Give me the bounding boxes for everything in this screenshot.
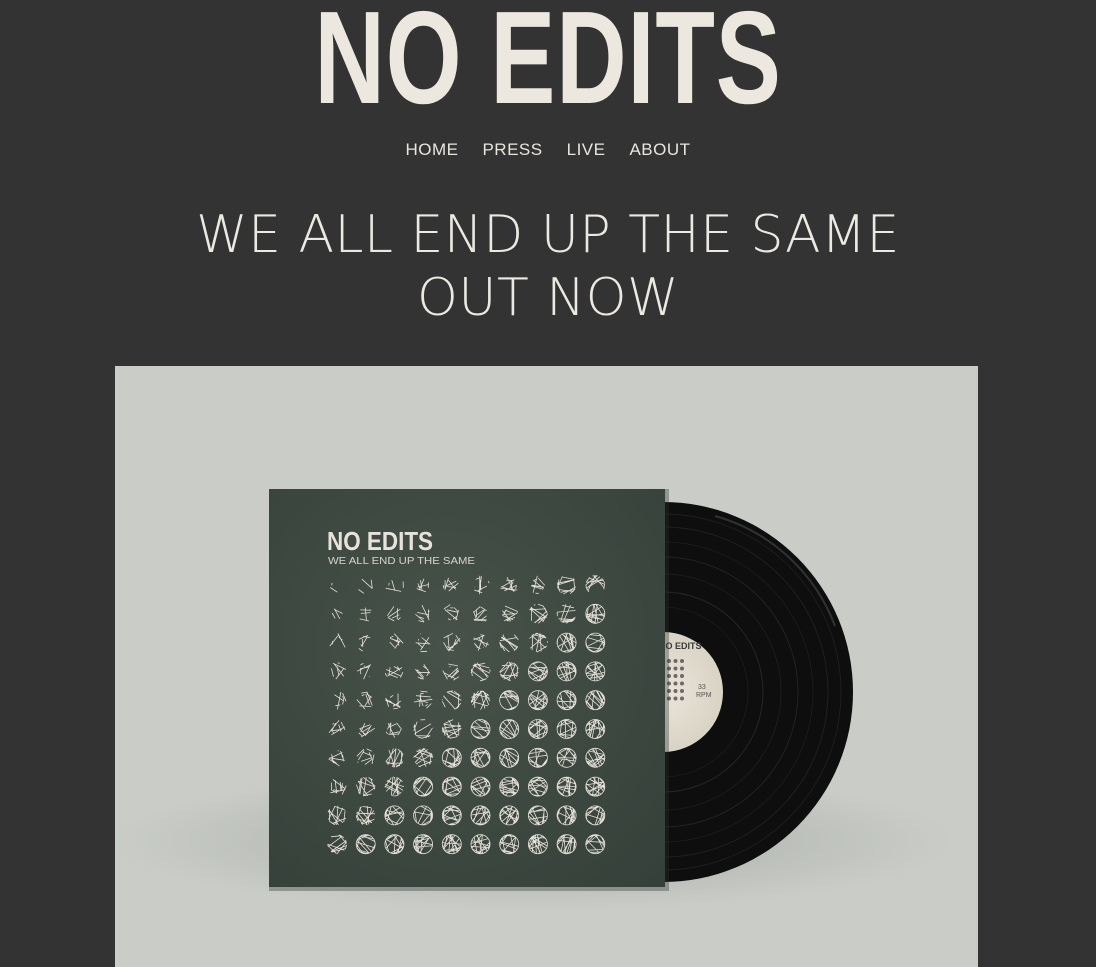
label-dot bbox=[680, 681, 684, 686]
headline-line-2: OUT NOW bbox=[416, 268, 680, 328]
label-dot bbox=[673, 689, 678, 693]
label-dot bbox=[680, 666, 684, 671]
album-hero-image: NO EDITS 33 RPM NO EDITS WE ALL END UP T… bbox=[115, 366, 978, 967]
nav-live[interactable]: LIVE bbox=[567, 140, 606, 160]
hero-headline: WE ALL END UP THE SAME OUT NOW bbox=[0, 204, 1096, 330]
album-cover: NO EDITS WE ALL END UP THE SAME bbox=[269, 489, 669, 891]
album-mockup: NO EDITS 33 RPM NO EDITS WE ALL END UP T… bbox=[115, 489, 955, 911]
cover-title: NO EDITS bbox=[327, 526, 433, 556]
label-dot bbox=[673, 696, 678, 701]
label-dot bbox=[673, 674, 678, 678]
site-logo[interactable]: NO EDITS bbox=[142, 0, 953, 124]
label-rpm: 33 bbox=[698, 684, 706, 691]
nav-press[interactable]: PRESS bbox=[482, 140, 542, 160]
headline-line-1: WE ALL END UP THE SAME bbox=[196, 205, 900, 265]
nav-home[interactable]: HOME bbox=[405, 140, 458, 160]
label-dot bbox=[673, 666, 678, 671]
label-dot bbox=[673, 659, 678, 663]
logo-container: NO EDITS bbox=[0, 0, 1096, 126]
label-dot bbox=[680, 689, 684, 693]
label-rpm-unit: RPM bbox=[696, 692, 712, 699]
label-dot bbox=[680, 696, 684, 701]
label-dot bbox=[680, 674, 684, 678]
label-dot bbox=[680, 659, 684, 663]
label-dot bbox=[673, 681, 678, 686]
main-nav: HOME PRESS LIVE ABOUT bbox=[0, 140, 1096, 160]
nav-about[interactable]: ABOUT bbox=[629, 140, 690, 160]
cover-subtitle: WE ALL END UP THE SAME bbox=[328, 555, 475, 567]
